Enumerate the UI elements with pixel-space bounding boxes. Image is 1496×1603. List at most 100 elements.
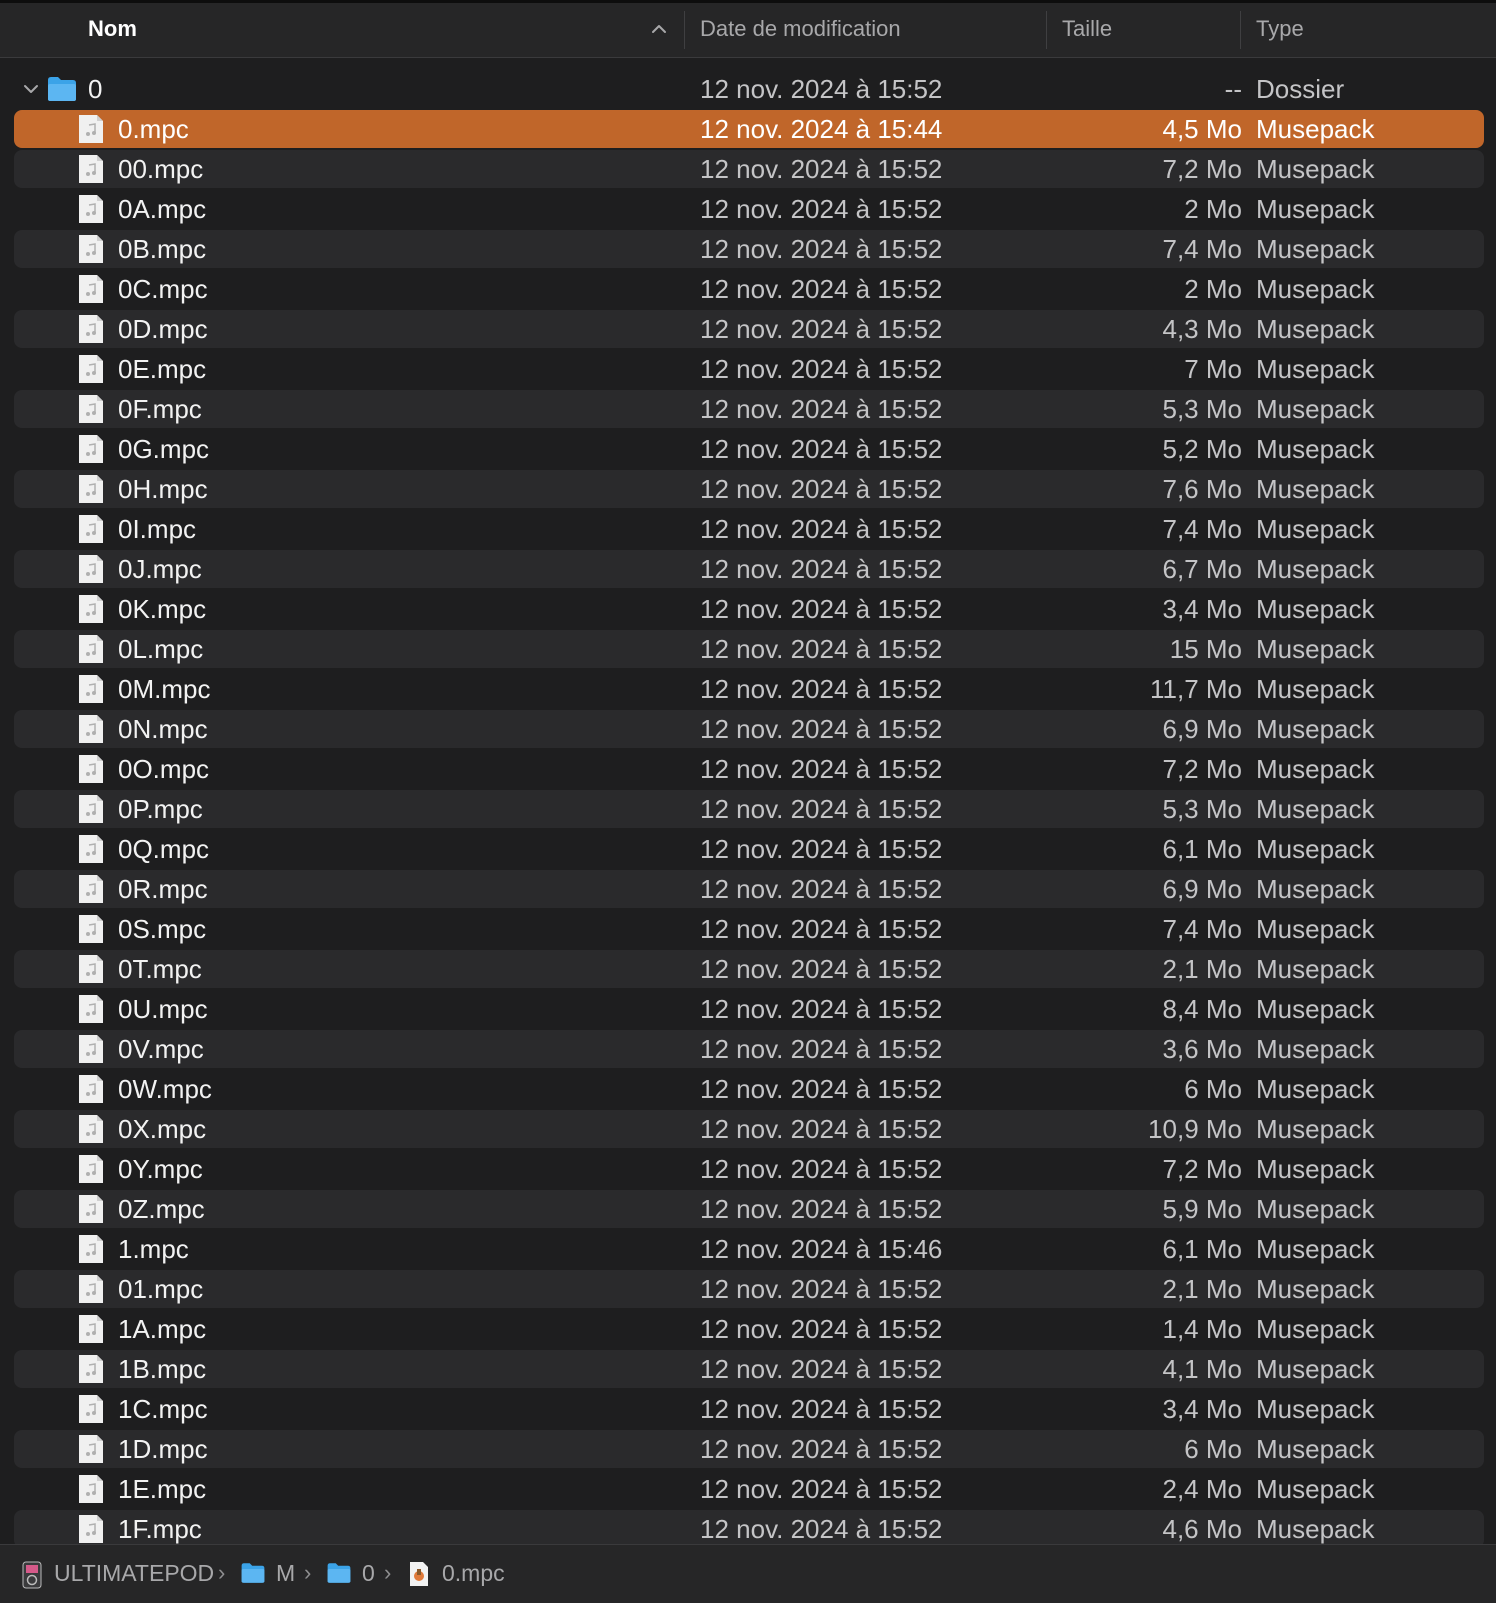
file-type: Musepack [1256,1434,1375,1464]
path-item-file[interactable]: 0.mpc [442,1545,505,1603]
file-date: 12 nov. 2024 à 15:52 [700,474,943,504]
file-name: 0L.mpc [118,634,204,664]
audio-file-icon [79,795,103,823]
audio-file-icon [79,435,103,463]
file-row[interactable]: 0B.mpc 12 nov. 2024 à 15:52 7,4 Mo Musepack [14,230,1484,268]
audio-file-icon [79,1475,103,1503]
audio-file-icon [79,275,103,303]
column-header-size[interactable]: Taille [1062,3,1112,57]
file-row[interactable]: 0Y.mpc 12 nov. 2024 à 15:52 7,2 Mo Musepack [14,1150,1484,1188]
column-header-date[interactable]: Date de modification [700,3,901,57]
file-row[interactable]: 1B.mpc 12 nov. 2024 à 15:52 4,1 Mo Musepack [14,1350,1484,1388]
path-item-m[interactable]: M [276,1545,295,1603]
file-date: 12 nov. 2024 à 15:52 [700,1274,943,1304]
file-row[interactable]: 0.mpc 12 nov. 2024 à 15:44 4,5 Mo Musepack [14,110,1484,148]
file-row[interactable]: 0H.mpc 12 nov. 2024 à 15:52 7,6 Mo Musepack [14,470,1484,508]
folder-row[interactable]: 0 12 nov. 2024 à 15:52 -- Dossier [14,70,1484,108]
file-row[interactable]: 0M.mpc 12 nov. 2024 à 15:52 11,7 Mo Musepac… [14,670,1484,708]
file-size: 1,4 Mo [1162,1314,1243,1344]
file-name: 0Z.mpc [118,1194,205,1224]
column-separator[interactable] [684,11,685,49]
file-row[interactable]: 0F.mpc 12 nov. 2024 à 15:52 5,3 Mo Musepack [14,390,1484,428]
chevron-down-icon[interactable] [22,80,40,98]
audio-file-icon [79,675,103,703]
path-separator: › [304,1560,312,1585]
audio-file-icon [79,395,103,423]
audio-file-icon [79,515,103,543]
file-row[interactable]: 1E.mpc 12 nov. 2024 à 15:52 2,4 Mo Musepack [14,1470,1484,1508]
file-row[interactable]: 0S.mpc 12 nov. 2024 à 15:52 7,4 Mo Musepack [14,910,1484,948]
audio-file-icon [79,355,103,383]
column-header-type[interactable]: Type [1256,3,1304,57]
column-separator[interactable] [1046,11,1047,49]
file-date: 12 nov. 2024 à 15:52 [700,1074,943,1104]
file-type: Musepack [1256,434,1375,464]
file-type: Musepack [1256,234,1375,264]
file-size: 5,2 Mo [1162,434,1243,464]
file-date: 12 nov. 2024 à 15:44 [700,114,943,144]
file-size: 4,5 Mo [1162,114,1243,144]
file-date: 12 nov. 2024 à 15:52 [700,1034,943,1064]
file-row[interactable]: 1.mpc 12 nov. 2024 à 15:46 6,1 Mo Musepack [14,1230,1484,1268]
file-size: 2 Mo [1184,274,1242,304]
file-row[interactable]: 0G.mpc 12 nov. 2024 à 15:52 5,2 Mo Musepack [14,430,1484,468]
file-row[interactable]: 0Q.mpc 12 nov. 2024 à 15:52 6,1 Mo Musepack [14,830,1484,868]
file-row[interactable]: 0N.mpc 12 nov. 2024 à 15:52 6,9 Mo Musepack [14,710,1484,748]
file-row[interactable]: 0C.mpc 12 nov. 2024 à 15:52 2 Mo Musepack [14,270,1484,308]
file-size: 3,6 Mo [1162,1034,1243,1064]
column-separator[interactable] [1240,11,1241,49]
file-row[interactable]: 0Z.mpc 12 nov. 2024 à 15:52 5,9 Mo Musepack [14,1190,1484,1228]
column-header-name[interactable]: Nom [88,3,137,57]
file-row[interactable]: 0W.mpc 12 nov. 2024 à 15:52 6 Mo Musepack [14,1070,1484,1108]
audio-file-icon [79,475,103,503]
file-size: 7,4 Mo [1162,234,1243,264]
file-type: Musepack [1256,114,1375,144]
file-row[interactable]: 0L.mpc 12 nov. 2024 à 15:52 15 Mo Musepack [14,630,1484,668]
file-row[interactable]: 0U.mpc 12 nov. 2024 à 15:52 8,4 Mo Musepack [14,990,1484,1028]
file-row[interactable]: 0E.mpc 12 nov. 2024 à 15:52 7 Mo Musepack [14,350,1484,388]
file-row[interactable]: 1A.mpc 12 nov. 2024 à 15:52 1,4 Mo Musepack [14,1310,1484,1348]
file-name: 00.mpc [118,154,204,184]
file-date: 12 nov. 2024 à 15:52 [700,354,943,384]
file-name: 0N.mpc [118,714,208,744]
file-type: Musepack [1256,1074,1375,1104]
file-name: 0B.mpc [118,234,207,264]
audio-file-icon [79,1275,103,1303]
file-row[interactable]: 0A.mpc 12 nov. 2024 à 15:52 2 Mo Musepack [14,190,1484,228]
file-row[interactable]: 1D.mpc 12 nov. 2024 à 15:52 6 Mo Musepack [14,1430,1484,1468]
file-date: 12 nov. 2024 à 15:52 [700,1314,943,1344]
file-row[interactable]: 0X.mpc 12 nov. 2024 à 15:52 10,9 Mo Musepac… [14,1110,1484,1148]
file-date: 12 nov. 2024 à 15:52 [700,514,943,544]
file-row[interactable]: 00.mpc 12 nov. 2024 à 15:52 7,2 Mo Musepack [14,150,1484,188]
file-row[interactable]: 0K.mpc 12 nov. 2024 à 15:52 3,4 Mo Musepack [14,590,1484,628]
file-row[interactable]: 0O.mpc 12 nov. 2024 à 15:52 7,2 Mo Musepack [14,750,1484,788]
file-row[interactable]: 1C.mpc 12 nov. 2024 à 15:52 3,4 Mo Musepack [14,1390,1484,1428]
file-date: 12 nov. 2024 à 15:52 [700,1474,943,1504]
file-type: Musepack [1256,1034,1375,1064]
file-row[interactable]: 0T.mpc 12 nov. 2024 à 15:52 2,1 Mo Musepack [14,950,1484,988]
file-row[interactable]: 0D.mpc 12 nov. 2024 à 15:52 4,3 Mo Musepack [14,310,1484,348]
path-item-0[interactable]: 0 [362,1545,375,1603]
audio-file-icon [79,755,103,783]
file-size: 6,7 Mo [1162,554,1243,584]
file-size: 7 Mo [1184,354,1242,384]
file-row[interactable]: 0J.mpc 12 nov. 2024 à 15:52 6,7 Mo Musepack [14,550,1484,588]
audio-file-icon [79,955,103,983]
file-row[interactable]: 0V.mpc 12 nov. 2024 à 15:52 3,6 Mo Musepack [14,1030,1484,1068]
file-size: 15 Mo [1169,634,1242,664]
file-date: 12 nov. 2024 à 15:52 [700,954,943,984]
file-size: 5,3 Mo [1162,794,1243,824]
file-row[interactable]: 0P.mpc 12 nov. 2024 à 15:52 5,3 Mo Musepack [14,790,1484,828]
path-item-device[interactable]: ULTIMATEPOD [54,1545,214,1603]
file-date: 12 nov. 2024 à 15:52 [700,994,943,1024]
file-row[interactable]: 01.mpc 12 nov. 2024 à 15:52 2,1 Mo Musepack [14,1270,1484,1308]
file-row[interactable]: 0R.mpc 12 nov. 2024 à 15:52 6,9 Mo Musepack [14,870,1484,908]
folder-icon [241,1563,265,1583]
sort-ascending-icon[interactable] [650,20,668,38]
file-size: 2 Mo [1184,194,1242,224]
file-row[interactable]: 1F.mpc 12 nov. 2024 à 15:52 4,6 Mo Musepack [14,1510,1484,1548]
file-date: 12 nov. 2024 à 15:52 [700,154,943,184]
audio-file-icon [79,1515,103,1543]
file-size: 6,1 Mo [1162,834,1243,864]
file-row[interactable]: 0I.mpc 12 nov. 2024 à 15:52 7,4 Mo Musepack [14,510,1484,548]
